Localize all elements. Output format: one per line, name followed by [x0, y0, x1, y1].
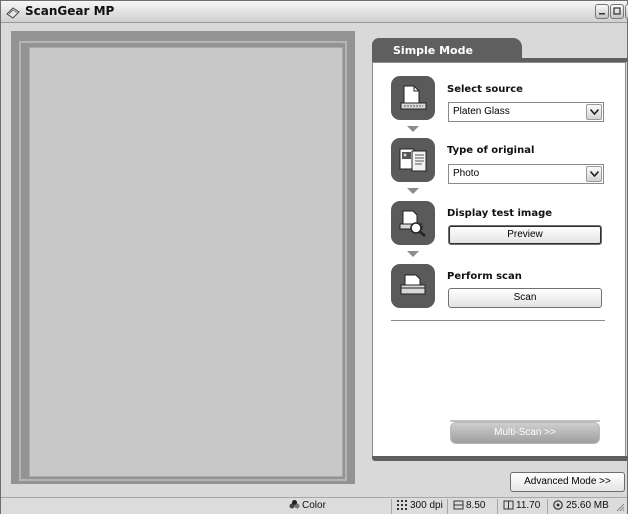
scan-icon [391, 264, 435, 308]
window-title: ScanGear MP [25, 4, 115, 18]
select-source-dropdown[interactable]: Platen Glass [448, 102, 604, 122]
scangear-window: ScanGear MP Simple Mode Select source Pl… [0, 0, 628, 514]
step-arrow-icon [407, 126, 419, 132]
step-arrow-icon [407, 188, 419, 194]
resize-grip-icon[interactable] [615, 502, 625, 512]
status-bar: Color 300 dpi 8.50 11.70 25.60 MB [1, 497, 627, 514]
file-size-status: 25.60 MB [547, 499, 613, 514]
step-arrow-icon [407, 251, 419, 257]
scanner-app-icon [5, 4, 21, 20]
resolution-status: 300 dpi [391, 499, 445, 514]
display-test-image-label: Display test image [447, 208, 553, 219]
width-status: 8.50 [447, 499, 491, 514]
type-of-original-value: Photo [453, 168, 480, 179]
tab-simple-mode-label: Simple Mode [393, 44, 473, 57]
advanced-mode-button[interactable]: Advanced Mode >> [510, 472, 625, 492]
multi-scan-button[interactable]: Multi-Scan >> [450, 422, 600, 444]
color-mode-text: Color [302, 500, 326, 511]
chevron-down-icon[interactable] [586, 104, 602, 120]
width-text: 8.50 [466, 500, 486, 511]
divider [391, 320, 605, 321]
height-icon [503, 500, 514, 510]
platen-glass-icon [391, 76, 435, 120]
file-size-text: 25.60 MB [566, 500, 609, 511]
panel-footer-strip [372, 456, 628, 461]
resolution-icon [397, 500, 407, 510]
preview-button[interactable]: Preview [448, 225, 602, 245]
type-of-original-label: Type of original [447, 145, 535, 156]
original-type-icon [391, 138, 435, 182]
preview-magnifier-icon [391, 201, 435, 245]
color-mode-status: Color [289, 499, 349, 514]
resolution-text: 300 dpi [410, 500, 443, 511]
type-of-original-dropdown[interactable]: Photo [448, 164, 604, 184]
chevron-down-icon[interactable] [586, 166, 602, 182]
title-bar[interactable]: ScanGear MP [1, 1, 628, 23]
perform-scan-label: Perform scan [447, 271, 522, 282]
height-text: 11.70 [516, 500, 541, 511]
disk-icon [553, 500, 563, 510]
height-status: 11.70 [497, 499, 545, 514]
select-source-label: Select source [447, 84, 523, 95]
color-mode-icon [289, 500, 300, 509]
maximize-button[interactable] [610, 4, 624, 19]
scan-button[interactable]: Scan [448, 288, 602, 308]
select-source-value: Platen Glass [453, 106, 510, 117]
preview-canvas[interactable] [29, 47, 343, 477]
width-icon [453, 500, 464, 510]
minimize-button[interactable] [595, 4, 609, 19]
